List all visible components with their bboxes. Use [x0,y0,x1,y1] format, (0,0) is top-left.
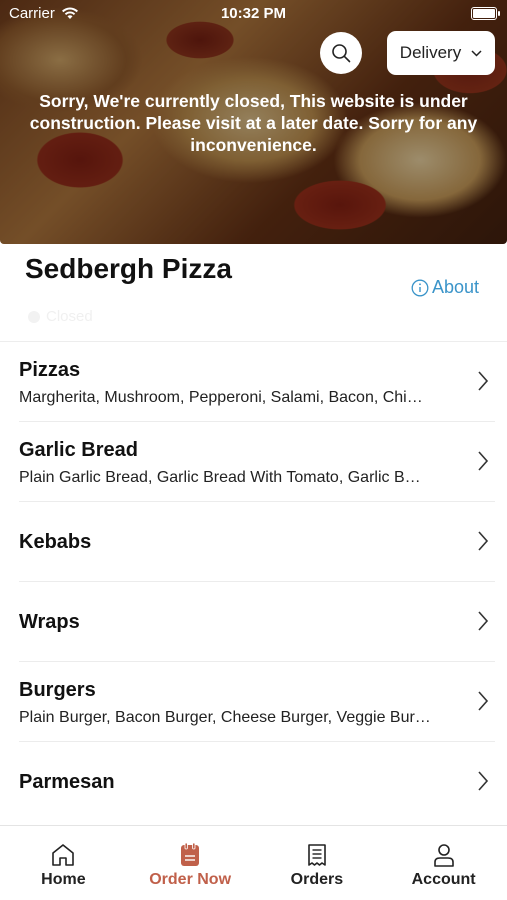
category-description: Margherita, Mushroom, Pepperoni, Salami,… [19,389,423,406]
tab-label: Orders [290,871,344,888]
closed-notice: Sorry, We're currently closed, This webs… [29,91,478,155]
tab-label: Home [41,871,86,888]
menu-category-parmesan[interactable]: Parmesan [0,742,507,822]
category-title: Garlic Bread [19,439,138,461]
search-button[interactable] [320,32,362,74]
chevron-right-icon [478,531,489,551]
chevron-right-icon [478,451,489,471]
restaurant-status: Closed [28,308,93,325]
hero-banner: Carrier 10:32 PM Delivery Sorry, We're c… [0,0,507,244]
tab-label: Order Now [149,871,232,888]
category-title: Parmesan [19,771,115,793]
chevron-right-icon [478,771,489,791]
tab-home[interactable]: Home [0,826,127,900]
status-label: Closed [46,308,93,325]
order-bag-icon [181,842,200,866]
home-icon [52,844,75,866]
menu-category-list: Pizzas Margherita, Mushroom, Pepperoni, … [0,342,507,822]
category-description: Plain Garlic Bread, Garlic Bread With To… [19,469,421,486]
bottom-tab-bar: Home Order Now Orders Account [0,825,507,900]
search-icon [332,44,351,63]
tab-orders[interactable]: Orders [254,826,381,900]
about-link[interactable]: About [411,277,479,298]
category-title: Kebabs [19,531,92,553]
menu-category-pizzas[interactable]: Pizzas Margherita, Mushroom, Pepperoni, … [0,342,507,422]
category-title: Pizzas [19,359,81,381]
user-icon [433,844,454,867]
menu-category-garlic-bread[interactable]: Garlic Bread Plain Garlic Bread, Garlic … [0,422,507,502]
tab-account[interactable]: Account [380,826,507,900]
menu-category-burgers[interactable]: Burgers Plain Burger, Bacon Burger, Chee… [0,662,507,742]
restaurant-name: Sedbergh Pizza [25,253,232,284]
category-title: Wraps [19,611,80,633]
menu-category-kebabs[interactable]: Kebabs [0,502,507,582]
chevron-right-icon [478,611,489,631]
category-description: Plain Burger, Bacon Burger, Cheese Burge… [19,709,431,726]
tab-order-now[interactable]: Order Now [127,826,254,900]
delivery-label: Delivery [399,43,462,62]
battery-icon [471,7,500,20]
receipt-icon [308,844,326,866]
chevron-right-icon [478,691,489,711]
delivery-mode-dropdown[interactable]: Delivery [387,31,495,75]
status-bar: Carrier 10:32 PM [0,0,507,28]
chevron-right-icon [478,371,489,391]
about-label: About [432,277,480,297]
menu-category-wraps[interactable]: Wraps [0,582,507,662]
status-time: 10:32 PM [220,5,287,22]
info-icon [411,279,429,296]
status-dot [28,310,40,323]
category-title: Burgers [19,679,96,701]
tab-label: Account [411,871,476,888]
chevron-down-icon [471,49,482,57]
